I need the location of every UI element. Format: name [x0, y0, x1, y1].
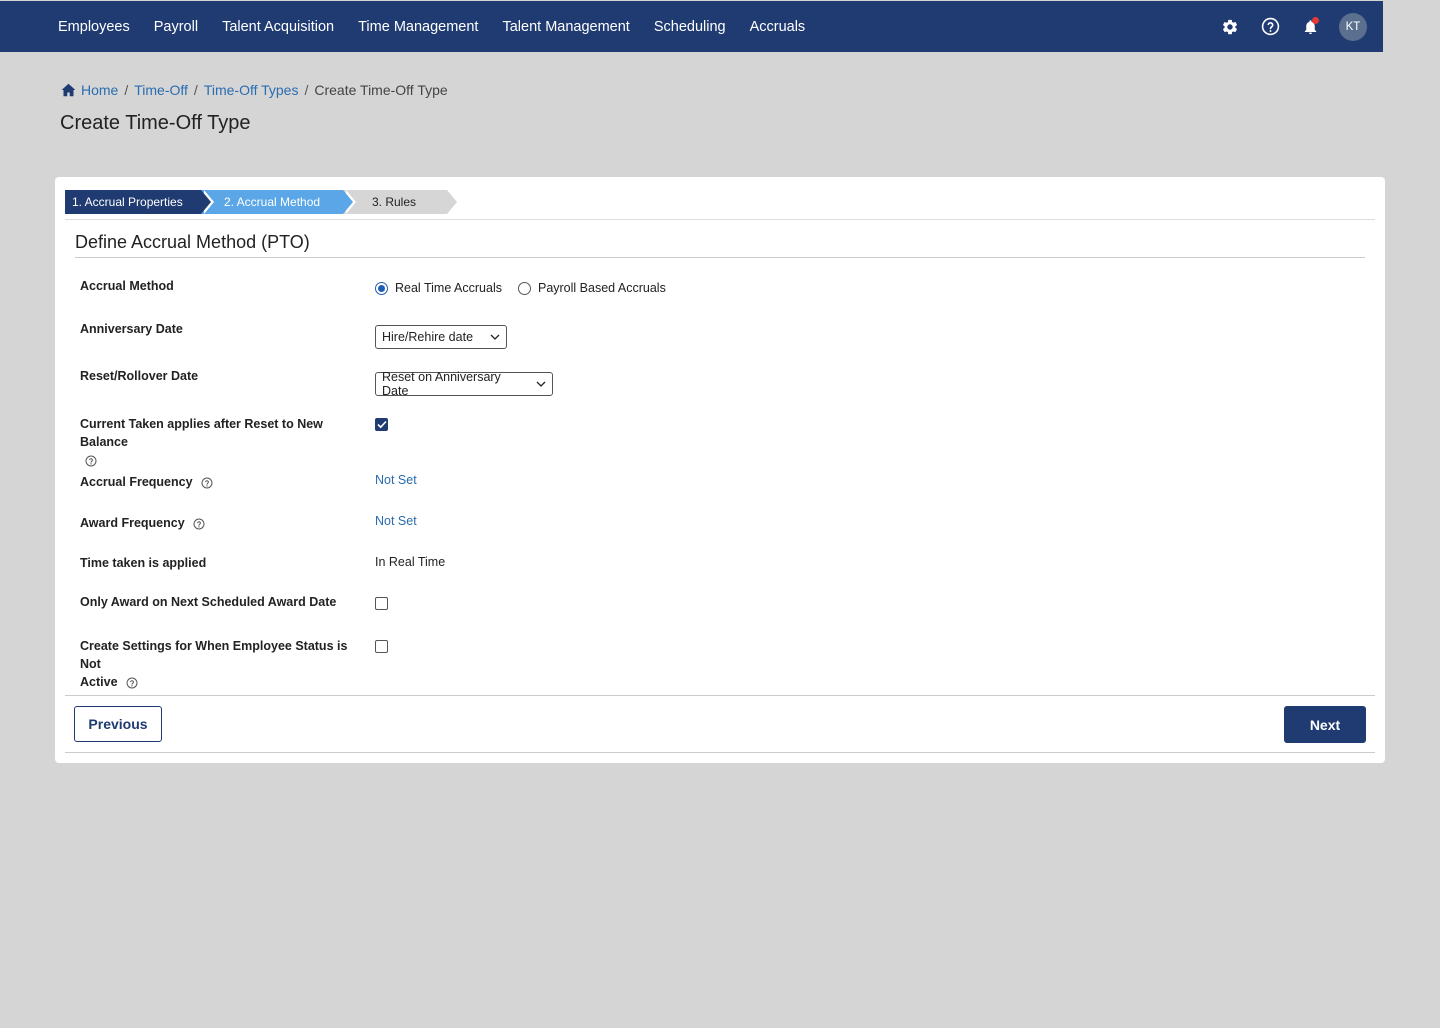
current-taken-checkbox-wrap [375, 418, 388, 431]
nav-item-scheduling[interactable]: Scheduling [654, 19, 726, 35]
inactive-settings-label-line2: Active [80, 675, 118, 689]
gear-icon[interactable] [1219, 16, 1241, 38]
nav-item-payroll[interactable]: Payroll [154, 19, 198, 35]
previous-button[interactable]: Previous [74, 706, 162, 742]
breadcrumb-time-off-types[interactable]: Time-Off Types [204, 82, 299, 98]
time-taken-applied-value: In Real Time [375, 555, 446, 569]
only-award-next-checkbox-wrap [375, 597, 388, 613]
reset-rollover-date-label: Reset/Rollover Date [80, 369, 199, 383]
divider [75, 257, 1365, 258]
award-frequency-label: Award Frequency [80, 514, 370, 532]
award-frequency-label-text: Award Frequency [80, 516, 185, 530]
anniversary-date-label: Anniversary Date [80, 322, 183, 336]
main-nav: Employees Payroll Talent Acquisition Tim… [58, 1, 829, 52]
radio-real-time-accruals[interactable] [375, 281, 388, 295]
breadcrumb-separator: / [304, 82, 309, 98]
award-frequency-link[interactable]: Not Set [375, 514, 417, 528]
radio-label-real-time[interactable]: Real Time Accruals [395, 281, 502, 295]
accrual-method-label: Accrual Method [80, 279, 174, 293]
reset-rollover-date-select[interactable]: Reset on Anniversary Date [375, 370, 553, 398]
inactive-settings-label: Create Settings for When Employee Status… [80, 637, 370, 691]
section-title: Define Accrual Method (PTO) [75, 232, 310, 252]
step-accrual-properties[interactable]: 1. Accrual Properties [65, 190, 214, 214]
radio-payroll-based-accruals[interactable] [517, 281, 531, 295]
help-circle-icon[interactable] [126, 677, 138, 689]
top-nav-bar: Employees Payroll Talent Acquisition Tim… [0, 0, 1440, 52]
step-rules[interactable]: 3. Rules [343, 190, 457, 214]
page-title: Create Time-Off Type [60, 112, 251, 134]
notification-dot [1312, 16, 1319, 24]
current-taken-checkbox[interactable] [375, 418, 388, 431]
breadcrumb-home[interactable]: Home [81, 82, 118, 98]
chevron-down-icon [536, 381, 546, 387]
breadcrumb-time-off[interactable]: Time-Off [134, 82, 188, 98]
help-circle-icon[interactable] [193, 518, 205, 530]
wizard-stepper: 1. Accrual Properties 2. Accrual Method … [65, 190, 457, 214]
only-award-next-checkbox[interactable] [375, 597, 388, 610]
current-taken-label: Current Taken applies after Reset to New… [80, 415, 370, 469]
divider [65, 219, 1375, 220]
nav-item-time-management[interactable]: Time Management [358, 19, 478, 35]
radio-label-payroll-based[interactable]: Payroll Based Accruals [538, 281, 666, 295]
inactive-settings-checkbox[interactable] [375, 640, 388, 653]
nav-item-employees[interactable]: Employees [58, 19, 130, 35]
help-circle-icon[interactable] [201, 477, 213, 489]
breadcrumb-separator: / [124, 82, 129, 98]
form-card: 1. Accrual Properties 2. Accrual Method … [55, 177, 1385, 763]
accrual-frequency-link[interactable]: Not Set [375, 473, 417, 487]
nav-item-talent-management[interactable]: Talent Management [502, 19, 629, 35]
anniversary-date-select[interactable]: Hire/Rehire date [375, 325, 507, 349]
inactive-settings-checkbox-wrap [375, 640, 388, 656]
time-taken-applied-label: Time taken is applied [80, 556, 207, 570]
inactive-settings-label-line1: Create Settings for When Employee Status… [80, 639, 348, 671]
only-award-next-label: Only Award on Next Scheduled Award Date [80, 595, 337, 609]
help-circle-icon[interactable] [85, 455, 97, 467]
accrual-frequency-label-text: Accrual Frequency [80, 475, 193, 489]
reset-rollover-date-value: Reset on Anniversary Date [382, 370, 501, 398]
top-right-tools: KT [1201, 1, 1367, 52]
accrual-frequency-label: Accrual Frequency [80, 473, 370, 491]
help-icon[interactable] [1259, 16, 1281, 38]
divider [65, 695, 1375, 696]
anniversary-date-value: Hire/Rehire date [382, 330, 474, 344]
top-nav-background: Employees Payroll Talent Acquisition Tim… [0, 1, 1383, 52]
bell-icon[interactable] [1299, 16, 1321, 38]
breadcrumb-separator: / [193, 82, 198, 98]
chevron-down-icon [490, 334, 500, 340]
step-accrual-method[interactable]: 2. Accrual Method [201, 190, 356, 214]
breadcrumb-current: Create Time-Off Type [314, 82, 448, 98]
current-taken-label-text: Current Taken applies after Reset to New… [80, 417, 323, 449]
user-avatar[interactable]: KT [1339, 12, 1367, 41]
accrual-method-radio-group: Real Time Accruals Payroll Based Accrual… [375, 281, 682, 295]
divider [65, 752, 1375, 753]
nav-item-accruals[interactable]: Accruals [750, 19, 806, 35]
next-button[interactable]: Next [1284, 706, 1366, 743]
breadcrumb: Home / Time-Off / Time-Off Types / Creat… [61, 82, 448, 98]
home-icon[interactable] [61, 83, 76, 97]
nav-item-talent-acquisition[interactable]: Talent Acquisition [222, 19, 334, 35]
